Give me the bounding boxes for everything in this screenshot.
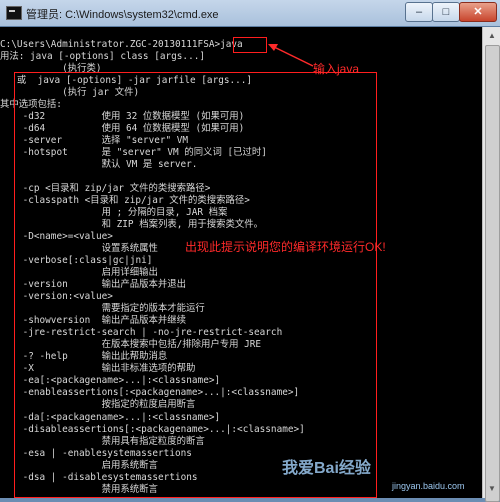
cmd-window: 管理员: C:\Windows\system32\cmd.exe – □ ✕ C…	[0, 0, 500, 502]
baidu-watermark-logo: 我爱Bai经验	[282, 460, 371, 477]
baidu-watermark-url: jingyan.baidu.com	[392, 481, 465, 491]
annotation-env-ok: 出现此提示说明您的编译环境运行OK!	[185, 240, 386, 254]
annotation-input-java: 输入java	[313, 62, 360, 76]
